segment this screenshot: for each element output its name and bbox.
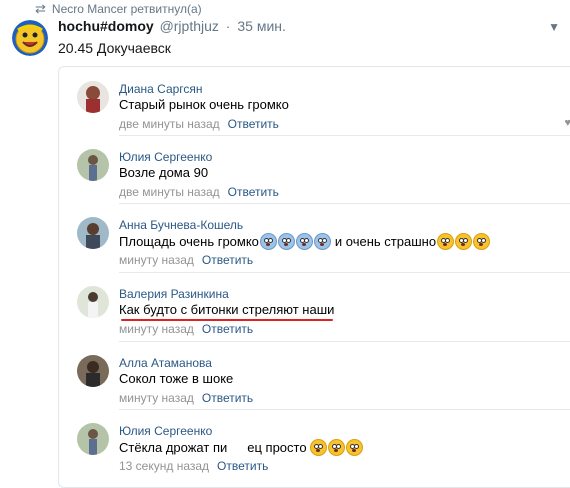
comment-author[interactable]: Анна Бучнева-Кошель bbox=[119, 218, 243, 232]
comment-time[interactable]: две минуты назад bbox=[119, 185, 220, 199]
comment-meta: 13 секунд назад Ответить bbox=[119, 459, 268, 473]
comment-text: Возле дома 90 bbox=[119, 165, 209, 180]
reply-button[interactable]: Ответить bbox=[228, 117, 279, 131]
flushed-emoji-icon bbox=[327, 439, 345, 456]
anxious-emoji-icon bbox=[455, 233, 473, 250]
anxious-emoji-icon bbox=[473, 233, 491, 250]
tweet-text: 20.45 Докучаевск bbox=[58, 40, 171, 56]
tweet-timestamp[interactable]: 35 мин. bbox=[237, 18, 286, 34]
comment-time[interactable]: 13 секунд назад bbox=[119, 459, 209, 473]
comment-author[interactable]: Алла Атаманова bbox=[119, 356, 212, 370]
comment-time[interactable]: минуту назад bbox=[119, 322, 194, 336]
comment-meta: минуту назад Ответить bbox=[119, 391, 253, 405]
comment-text-part: Стёкла дрожат пи bbox=[119, 440, 228, 455]
comment-meta: две минуты назад Ответить bbox=[119, 117, 279, 131]
avatar[interactable] bbox=[77, 81, 109, 113]
comment-text: Площадь очень громко и очень страшно bbox=[119, 233, 491, 250]
reply-button[interactable]: Ответить bbox=[202, 253, 253, 267]
retweet-context: ⇄ Necro Mancer ретвитнул(а) bbox=[35, 1, 202, 16]
tweet-separator: · bbox=[225, 18, 231, 34]
avatar[interactable] bbox=[77, 355, 109, 387]
comment-time[interactable]: две минуты назад bbox=[119, 117, 220, 131]
flushed-emoji-icon bbox=[345, 439, 363, 456]
chevron-down-icon[interactable]: ▼ bbox=[548, 20, 560, 34]
avatar[interactable] bbox=[12, 20, 48, 56]
tweet-author-name[interactable]: hochu#domoy bbox=[58, 18, 154, 34]
censor-blur bbox=[227, 442, 248, 453]
attached-image-card[interactable]: Диана Саргсян Старый рынок очень громко … bbox=[58, 66, 570, 488]
comment-text-part: и очень страшно bbox=[334, 234, 437, 249]
scream-emoji-icon bbox=[259, 233, 277, 250]
divider bbox=[119, 341, 570, 342]
flushed-emoji-icon bbox=[309, 439, 327, 456]
comment-meta: две минуты назад Ответить bbox=[119, 185, 279, 199]
avatar[interactable] bbox=[77, 217, 109, 249]
divider bbox=[119, 409, 570, 410]
scream-emoji-icon bbox=[277, 233, 295, 250]
anxious-emoji-icon bbox=[437, 233, 455, 250]
comment-meta: минуту назад Ответить bbox=[119, 253, 253, 267]
tweet-author-handle[interactable]: @rjpthjuz bbox=[160, 18, 219, 34]
comment-author[interactable]: Юлия Сергеенко bbox=[119, 424, 212, 438]
comment-meta: минуту назад Ответить bbox=[119, 322, 253, 336]
retweet-icon: ⇄ bbox=[35, 1, 46, 16]
comment-author[interactable]: Юлия Сергеенко bbox=[119, 150, 212, 164]
comment-text: Как будто с битонки стреляют наши bbox=[119, 302, 335, 317]
comment-text: Старый рынок очень громко bbox=[119, 97, 289, 112]
highlight-underline bbox=[121, 319, 333, 321]
avatar[interactable] bbox=[77, 286, 109, 318]
scream-emoji-icon bbox=[313, 233, 331, 250]
tweet-header: hochu#domoy @rjpthjuz · 35 мин. bbox=[58, 18, 286, 34]
comment-text: Сокол тоже в шоке bbox=[119, 371, 234, 386]
reply-button[interactable]: Ответить bbox=[228, 185, 279, 199]
divider bbox=[119, 203, 570, 204]
avatar[interactable] bbox=[77, 423, 109, 455]
comment-author[interactable]: Валерия Разинкина bbox=[119, 287, 229, 301]
comment-time[interactable]: минуту назад bbox=[119, 253, 194, 267]
reply-button[interactable]: Ответить bbox=[202, 391, 253, 405]
reply-button[interactable]: Ответить bbox=[217, 459, 268, 473]
comment-author[interactable]: Диана Саргсян bbox=[119, 82, 203, 96]
comment-text-part: ец просто bbox=[247, 440, 307, 455]
avatar[interactable] bbox=[77, 149, 109, 181]
retweet-label[interactable]: Necro Mancer ретвитнул(а) bbox=[52, 2, 202, 16]
comment-text-part: Площадь очень громко bbox=[119, 234, 259, 249]
reply-button[interactable]: Ответить bbox=[202, 322, 253, 336]
divider bbox=[119, 135, 570, 136]
comment-text: Стёкла дрожат пи ец просто bbox=[119, 439, 363, 456]
comment-time[interactable]: минуту назад bbox=[119, 391, 194, 405]
scream-emoji-icon bbox=[295, 233, 313, 250]
divider bbox=[119, 272, 570, 273]
heart-icon[interactable]: ♥ bbox=[564, 117, 570, 129]
